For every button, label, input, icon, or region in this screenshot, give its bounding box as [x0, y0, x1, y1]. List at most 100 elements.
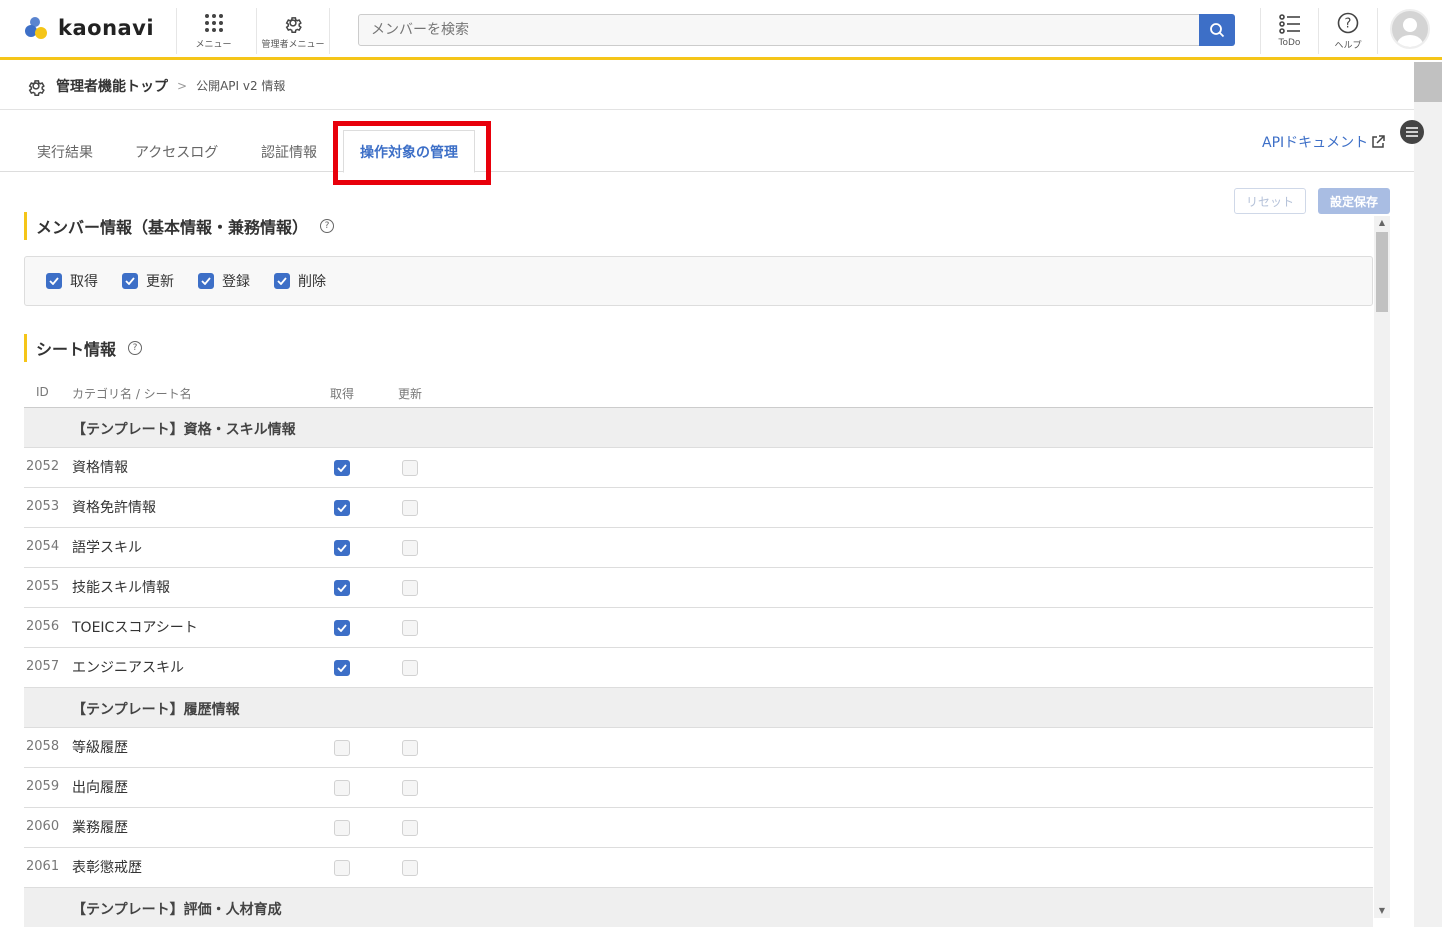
category-name: 【テンプレート】履歴情報 [72, 702, 240, 718]
checkbox-update[interactable] [122, 273, 138, 289]
member-section-title: メンバー情報（基本情報・兼務情報） ? [24, 212, 335, 240]
member-option-update-label: 更新 [146, 274, 174, 290]
sheet-row: 2060 業務履歴 [24, 808, 1373, 848]
gear-icon [28, 79, 45, 96]
member-option-update[interactable]: 更新 [122, 271, 174, 291]
sheet-name: エンジニアスキル [72, 660, 184, 676]
checkmark-icon [337, 624, 347, 632]
api-documentation-label: APIドキュメント [1262, 135, 1369, 151]
external-link-icon [1372, 135, 1385, 148]
member-section-title-text: メンバー情報（基本情報・兼務情報） [36, 218, 309, 237]
save-settings-button[interactable]: 設定保存 [1318, 188, 1390, 214]
search-icon [1210, 23, 1225, 38]
tab-results[interactable]: 実行結果 [37, 142, 93, 162]
member-option-register[interactable]: 登録 [198, 271, 250, 291]
help-button[interactable]: ? ヘルプ [1318, 8, 1378, 54]
checkbox-register[interactable] [198, 273, 214, 289]
checkbox-get[interactable] [46, 273, 62, 289]
col-name: カテゴリ名 / シート名 [72, 387, 192, 401]
sheet-table-header: ID カテゴリ名 / シート名 取得 更新 [24, 380, 1373, 408]
checkbox-sheet-get[interactable] [334, 740, 350, 756]
checkbox-sheet-update[interactable] [402, 820, 418, 836]
sheet-id: 2056 [26, 619, 60, 634]
svg-text:?: ? [1345, 16, 1352, 31]
sheet-table-body: 【テンプレート】資格・スキル情報 2052 資格情報 2053 資格免許情報 2054 語学… [24, 408, 1373, 927]
help-circle-icon[interactable]: ? [320, 219, 335, 233]
user-icon [1397, 18, 1423, 47]
member-option-delete[interactable]: 削除 [274, 271, 326, 291]
checkbox-sheet-update[interactable] [402, 780, 418, 796]
checkbox-sheet-get[interactable] [334, 620, 350, 636]
sheet-row: 2052 資格情報 [24, 448, 1373, 488]
api-documentation-link[interactable]: APIドキュメント [1262, 132, 1385, 152]
category-row: 【テンプレート】資格・スキル情報 [24, 408, 1373, 448]
col-update: 更新 [398, 387, 423, 401]
search-button[interactable] [1199, 14, 1235, 46]
user-avatar[interactable] [1390, 9, 1430, 49]
page-scrollbar[interactable] [1414, 62, 1442, 927]
checkbox-delete[interactable] [274, 273, 290, 289]
sheet-id: 2052 [26, 459, 60, 474]
checkbox-sheet-get[interactable] [334, 580, 350, 596]
sheet-id: 2060 [26, 819, 60, 834]
help-circle-icon[interactable]: ? [128, 341, 143, 355]
sheet-name: 等級履歴 [72, 740, 128, 756]
checkbox-sheet-update[interactable] [402, 460, 418, 476]
breadcrumb: 管理者機能トップ > 公開API v2 情報 [0, 62, 1414, 110]
member-option-register-label: 登録 [222, 274, 250, 290]
table-scrollbar[interactable]: ▲ ▼ [1374, 216, 1390, 918]
member-search-input[interactable] [358, 14, 1200, 46]
sheet-id: 2054 [26, 539, 60, 554]
category-name: 【テンプレート】資格・スキル情報 [72, 422, 296, 438]
gear-icon [285, 16, 302, 33]
checkbox-sheet-get[interactable] [334, 780, 350, 796]
checkbox-sheet-get[interactable] [334, 500, 350, 516]
sheet-id: 2053 [26, 499, 60, 514]
member-permissions-box: 取得 更新 登録 削除 [24, 256, 1373, 306]
kaonavi-logo[interactable]: kaonavi [22, 14, 154, 42]
checkbox-sheet-update[interactable] [402, 860, 418, 876]
tab-auth-info[interactable]: 認証情報 [261, 142, 317, 162]
checkbox-sheet-update[interactable] [402, 500, 418, 516]
sheet-name: 出向履歴 [72, 780, 128, 796]
todo-button[interactable]: ToDo [1260, 8, 1318, 54]
sheet-row: 2061 表彰懲戒歴 [24, 848, 1373, 888]
checkmark-icon [277, 277, 287, 285]
tab-access-log[interactable]: アクセスログ [135, 142, 218, 162]
sheet-id: 2055 [26, 579, 60, 594]
chevron-right-icon: > [177, 78, 188, 93]
checkbox-sheet-get[interactable] [334, 820, 350, 836]
admin-menu-label: 管理者メニュー [261, 39, 325, 50]
top-header: kaonavi メニュー 管理者メニュー メンバーを検索 ToDo ? ヘルプ [0, 0, 1442, 60]
floating-menu-button[interactable] [1400, 120, 1424, 144]
checkmark-icon [337, 504, 347, 512]
checkbox-sheet-update[interactable] [402, 660, 418, 676]
member-option-get[interactable]: 取得 [46, 271, 98, 291]
checkbox-sheet-get[interactable] [334, 860, 350, 876]
tab-bar: 実行結果 アクセスログ 認証情報 操作対象の管理 [0, 110, 1414, 173]
admin-menu-button[interactable]: 管理者メニュー [256, 8, 330, 54]
grid-icon [204, 13, 223, 32]
reset-button[interactable]: リセット [1234, 188, 1306, 214]
checkbox-sheet-update[interactable] [402, 740, 418, 756]
tab-target-management[interactable]: 操作対象の管理 [343, 130, 475, 173]
sheet-name: 業務履歴 [72, 820, 128, 836]
checkmark-icon [337, 464, 347, 472]
scroll-up-arrow-icon[interactable]: ▲ [1374, 216, 1390, 230]
breadcrumb-admin-top-link[interactable]: 管理者機能トップ [56, 76, 168, 96]
scroll-down-arrow-icon[interactable]: ▼ [1374, 904, 1390, 918]
checkbox-sheet-get[interactable] [334, 660, 350, 676]
checkbox-sheet-get[interactable] [334, 460, 350, 476]
checkbox-sheet-get[interactable] [334, 540, 350, 556]
menu-button[interactable]: メニュー [176, 8, 250, 54]
checkbox-sheet-update[interactable] [402, 620, 418, 636]
checkbox-sheet-update[interactable] [402, 540, 418, 556]
sheet-row: 2054 語学スキル [24, 528, 1373, 568]
checkmark-icon [337, 544, 347, 552]
table-scrollbar-thumb[interactable] [1376, 232, 1388, 312]
page-scrollbar-thumb[interactable] [1414, 62, 1442, 102]
col-id: ID [36, 385, 49, 399]
checkbox-sheet-update[interactable] [402, 580, 418, 596]
sheet-name: 資格免許情報 [72, 500, 156, 516]
sheet-name: TOEICスコアシート [72, 620, 198, 636]
